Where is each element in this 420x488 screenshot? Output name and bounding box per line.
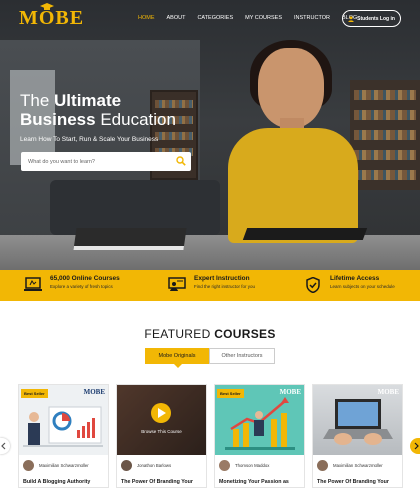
course-author: Maximilian Schwarzmüller xyxy=(317,460,383,471)
tab-mobe-originals[interactable]: Mobe Originals xyxy=(145,348,209,368)
course-author: Thomson Maddox xyxy=(219,460,269,471)
best-seller-badge: Best Seller xyxy=(21,389,48,398)
course-title[interactable]: The Power Of Branding Your xyxy=(121,479,205,486)
hero-tablet xyxy=(242,228,368,240)
tab-other-instructors[interactable]: Other Instructors xyxy=(209,348,275,364)
feature-title: Expert Instruction xyxy=(194,275,250,282)
nav-categories[interactable]: CATEGORIES xyxy=(197,15,233,21)
feature-lifetime-access: Lifetime Access Learn subjects on your s… xyxy=(304,275,395,293)
course-title[interactable]: Build A Blogging Authority xyxy=(23,479,107,486)
feature-subtitle: Learn subjects on your schedule xyxy=(330,284,395,289)
headline-part: Business xyxy=(20,110,96,129)
heading-part: COURSES xyxy=(214,327,276,341)
play-overlay-illustration xyxy=(117,385,206,455)
course-carousel: Best Seller MOBE Maximilian Schwarzmülle… xyxy=(18,384,403,488)
search-bar xyxy=(21,152,191,171)
chevron-right-icon xyxy=(414,442,419,450)
user-icon xyxy=(348,15,354,22)
hero-banner xyxy=(0,0,420,270)
avatar xyxy=(23,460,34,471)
author-name: Maximilian Schwarzmüller xyxy=(333,463,383,468)
hero-tagline: Learn How To Start, Run & Scale Your Bus… xyxy=(20,136,159,143)
hero-headline: The Ultimate Business Education xyxy=(20,91,176,129)
course-thumbnail[interactable]: Best Seller MOBE xyxy=(215,385,304,455)
course-author: Maximilian Schwarzmüller xyxy=(23,460,89,471)
author-name: Jonathon Barlows xyxy=(137,463,172,468)
laptop-icon xyxy=(24,277,42,291)
hero-book xyxy=(73,228,187,250)
nav-home[interactable]: HOME xyxy=(138,15,155,21)
carousel-next-button[interactable] xyxy=(410,438,420,454)
nav-links: HOME ABOUT CATEGORIES MY COURSES INSTRUC… xyxy=(138,15,369,21)
headline-part: The xyxy=(20,91,55,110)
nav-about[interactable]: ABOUT xyxy=(167,15,186,21)
instructor-icon xyxy=(168,277,186,291)
feature-bar: 65,000 Online Courses Explore a variety … xyxy=(0,270,420,301)
mobe-mini-logo: MOBE xyxy=(279,388,301,396)
hero-person-body xyxy=(228,128,358,243)
course-card[interactable]: Browse This Course Jonathon Barlows The … xyxy=(116,384,207,488)
shield-check-icon xyxy=(306,277,320,293)
nav-instructor[interactable]: INSTRUCTOR xyxy=(294,15,330,21)
headline-part: Ultimate xyxy=(54,91,122,110)
feature-expert-instruction: Expert Instruction Find the right instru… xyxy=(168,275,255,293)
course-author: Jonathon Barlows xyxy=(121,460,171,471)
hero-sofa xyxy=(50,180,220,235)
headline-part: Education xyxy=(95,110,176,129)
feature-title: Lifetime Access xyxy=(330,275,380,282)
course-card[interactable]: Best Seller MOBE Maximilian Schwarzmülle… xyxy=(18,384,109,488)
heading-part: FEATURED xyxy=(144,327,215,341)
students-login-button[interactable]: Students Log in xyxy=(342,10,401,27)
best-seller-badge: Best Seller xyxy=(217,389,244,398)
mobe-mini-logo: MOBE xyxy=(377,388,399,396)
search-input[interactable] xyxy=(28,158,168,165)
feature-subtitle: Explore a variety of fresh topics xyxy=(50,284,113,289)
chevron-left-icon xyxy=(1,442,6,450)
avatar xyxy=(317,460,328,471)
nav-my-courses[interactable]: MY COURSES xyxy=(245,15,282,21)
avatar xyxy=(219,460,230,471)
search-icon[interactable] xyxy=(176,156,186,166)
course-card[interactable]: MOBE Maximilian Schwarzmüller The Power … xyxy=(312,384,403,488)
course-title[interactable]: Monetizing Your Passion as xyxy=(219,479,303,486)
course-thumbnail[interactable]: Browse This Course xyxy=(117,385,206,455)
course-card[interactable]: Best Seller MOBE Thomson Maddox Monetizi… xyxy=(214,384,305,488)
feature-title: 65,000 Online Courses xyxy=(50,275,120,282)
author-name: Maximilian Schwarzmüller xyxy=(39,463,89,468)
avatar xyxy=(121,460,132,471)
hero-person-face xyxy=(258,48,324,128)
carousel-prev-button[interactable] xyxy=(0,438,10,454)
bookshelf-right xyxy=(350,80,420,190)
author-name: Thomson Maddox xyxy=(235,463,270,468)
course-tabs: Mobe Originals Other Instructors xyxy=(145,348,275,368)
course-thumbnail[interactable]: Best Seller MOBE xyxy=(19,385,108,455)
course-thumbnail[interactable]: MOBE xyxy=(313,385,402,455)
course-title[interactable]: The Power Of Branding Your xyxy=(317,479,401,486)
featured-courses-heading: FEATURED COURSES xyxy=(0,327,420,341)
browse-course-overlay[interactable]: Browse This Course xyxy=(117,429,206,434)
feature-online-courses: 65,000 Online Courses Explore a variety … xyxy=(24,275,120,293)
logo[interactable]: MOBE xyxy=(19,7,84,30)
feature-subtitle: Find the right instructor for you xyxy=(194,284,256,289)
top-nav: MOBE HOME ABOUT CATEGORIES MY COURSES IN… xyxy=(0,0,420,38)
students-login-label: Students Log in xyxy=(357,15,395,22)
mobe-mini-logo: MOBE xyxy=(83,388,105,396)
